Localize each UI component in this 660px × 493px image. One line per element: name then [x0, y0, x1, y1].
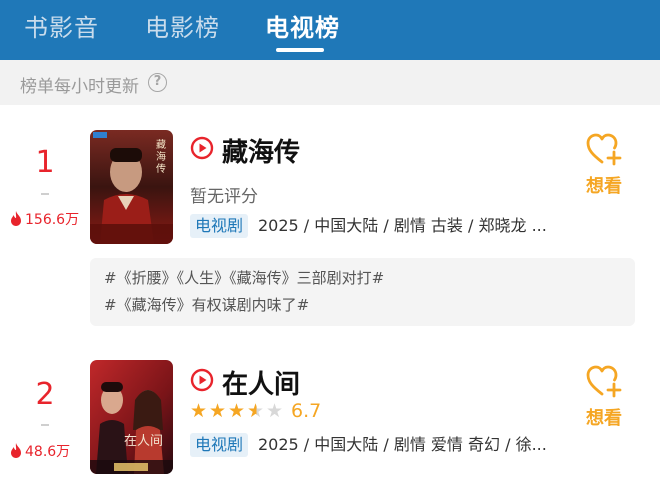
- star-icon: ★: [266, 400, 284, 422]
- category-tag: 电视剧: [190, 433, 249, 457]
- help-icon[interactable]: ?: [148, 73, 167, 92]
- rating-score: 6.7: [291, 400, 322, 422]
- item-title: 藏海传: [222, 138, 301, 168]
- list-item[interactable]: 1 156.6万 藏海传 藏海传 暂无评分 电视剧 2025 / 中国大陆 / …: [0, 105, 660, 345]
- topic-link[interactable]: #《折腰》《人生》《藏海传》三部剧对打#: [104, 265, 621, 292]
- star-icon: ★: [190, 400, 208, 422]
- half-star-icon: ★: [247, 400, 265, 422]
- active-tab-indicator: [276, 48, 324, 52]
- heat-text: 156.6万: [25, 212, 80, 228]
- heat-text: 48.6万: [25, 444, 71, 460]
- flame-icon: [11, 211, 21, 226]
- heart-plus-icon: [586, 365, 622, 398]
- item-meta: 2025 / 中国大陆 / 剧情 爱情 奇幻 / 徐...: [258, 435, 547, 454]
- top-tab-bar: 书影音 电影榜 电视榜: [0, 0, 660, 60]
- tab-books-movies-music[interactable]: 书影音: [24, 8, 99, 43]
- star-icon: ★: [209, 400, 227, 422]
- rating-text: 暂无评分: [190, 187, 258, 207]
- item-meta: 2025 / 中国大陆 / 剧情 古装 / 郑晓龙 ...: [258, 216, 547, 235]
- update-info-bar: 榜单每小时更新 ?: [0, 60, 660, 105]
- play-icon: [190, 368, 214, 392]
- poster-title: 在人间: [124, 434, 164, 449]
- tab-tv-chart[interactable]: 电视榜: [265, 8, 340, 43]
- rank-trend-icon: [41, 193, 49, 195]
- tab-movie-chart[interactable]: 电影榜: [145, 8, 220, 43]
- star-icon: ★: [228, 400, 246, 422]
- list-item[interactable]: 2 48.6万 在人间 在人间 ★ ★ ★ ★ ★ 6.7 电视剧 2025 /…: [0, 345, 660, 493]
- want-label: 想看: [586, 408, 622, 429]
- heat-value: 156.6万: [10, 209, 79, 229]
- heat-value: 48.6万: [10, 441, 70, 461]
- want-label: 想看: [586, 176, 622, 197]
- want-to-watch-button[interactable]: 想看: [580, 132, 628, 198]
- rank-number: 1: [35, 145, 55, 180]
- flame-icon: [11, 443, 21, 458]
- poster-image[interactable]: 藏海传: [90, 130, 173, 244]
- item-title: 在人间: [222, 370, 301, 400]
- rank-number: 2: [35, 377, 55, 412]
- rank-trend-icon: [41, 424, 49, 426]
- play-icon: [190, 136, 214, 160]
- poster-image[interactable]: 在人间: [90, 360, 173, 474]
- heart-plus-icon: [586, 133, 622, 166]
- update-info-text: 榜单每小时更新: [20, 77, 139, 97]
- topic-link[interactable]: #《藏海传》有权谋剧内味了#: [104, 292, 621, 319]
- category-tag: 电视剧: [190, 214, 249, 238]
- star-rating: ★ ★ ★ ★ ★ 6.7: [190, 400, 321, 422]
- poster-title: 藏海传: [156, 140, 166, 175]
- hot-topics-box: #《折腰》《人生》《藏海传》三部剧对打# #《藏海传》有权谋剧内味了#: [90, 258, 635, 326]
- want-to-watch-button[interactable]: 想看: [580, 364, 628, 430]
